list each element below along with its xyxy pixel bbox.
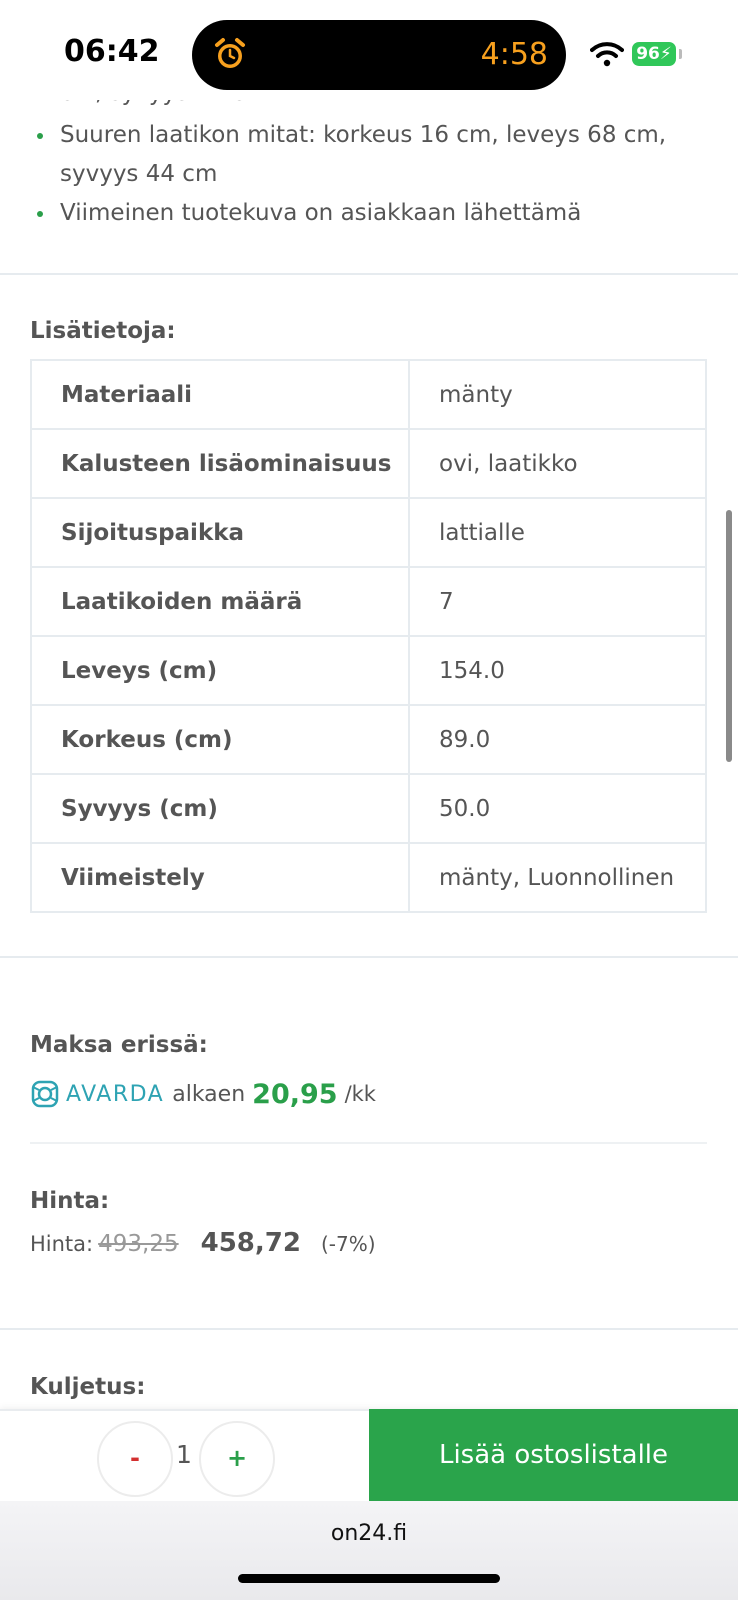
info-value: lattialle (408, 497, 707, 568)
table-row: Leveys (cm) 154.0 (30, 635, 707, 706)
url-text[interactable]: on24.fi (0, 1521, 738, 1546)
info-value: 7 (408, 566, 707, 637)
battery-tip (679, 49, 682, 59)
info-key: Materiaali (30, 359, 410, 430)
price-heading: Hinta: (30, 1188, 110, 1214)
alarm-clock-icon (215, 38, 245, 68)
list-item: Suuren laatikon mitat: korkeus 16 cm, le… (30, 116, 710, 194)
bullet-text: Viimeinen tuotekuva on asiakkaan lähettä… (60, 200, 582, 226)
add-to-list-button[interactable]: Lisää ostoslistalle (369, 1409, 738, 1503)
installments-heading: Maksa erissä: (30, 1032, 208, 1058)
info-value: mänty (408, 359, 707, 430)
info-key: Laatikoiden määrä (30, 566, 410, 637)
section-divider (0, 1328, 738, 1330)
price-label: Hinta: (30, 1232, 94, 1256)
installment-from-label: alkaen (172, 1081, 246, 1107)
bullet-text: Suuren laatikon mitat: korkeus 16 cm, le… (60, 122, 667, 187)
info-value: ovi, laatikko (408, 428, 707, 499)
quantity-decrease-button[interactable]: - (97, 1421, 173, 1497)
dynamic-island[interactable]: 4:58 (192, 20, 566, 90)
info-value: 89.0 (408, 704, 707, 775)
info-key: Kalusteen lisäominaisuus (30, 428, 410, 499)
installment-unit: /kk (344, 1082, 376, 1106)
info-key: Sijoituspaikka (30, 497, 410, 568)
shipping-heading: Kuljetus: (30, 1374, 146, 1400)
section-divider (0, 273, 738, 275)
info-value: 154.0 (408, 635, 707, 706)
add-to-cart-bar: - 1 + Lisää ostoslistalle (0, 1409, 738, 1503)
list-item: Viimeinen tuotekuva on asiakkaan lähettä… (30, 194, 710, 233)
quantity-value[interactable]: 1 (170, 1440, 198, 1469)
info-key: Syvyys (cm) (30, 773, 410, 844)
status-time: 06:42 (64, 34, 160, 69)
table-row: Laatikoiden määrä 7 (30, 566, 707, 637)
section-divider (30, 1142, 707, 1144)
bullet-dot (37, 211, 43, 217)
description-bullets: cm, syvyys 44 cm Suuren laatikon mitat: … (30, 86, 710, 233)
old-price: 493,25 (98, 1231, 179, 1257)
home-indicator[interactable] (238, 1574, 500, 1583)
info-key: Korkeus (cm) (30, 704, 410, 775)
avarda-offer[interactable]: AVARDA alkaen 20,95 /kk (30, 1074, 376, 1114)
wifi-icon (590, 42, 624, 67)
quantity-increase-button[interactable]: + (199, 1421, 275, 1497)
table-row: Sijoituspaikka lattialle (30, 497, 707, 568)
current-price: 458,72 (200, 1228, 301, 1258)
browser-address-bar[interactable]: on24.fi (0, 1501, 738, 1600)
info-value: 50.0 (408, 773, 707, 844)
table-row: Syvyys (cm) 50.0 (30, 773, 707, 844)
info-table: Materiaali mänty Kalusteen lisäominaisuus… (30, 359, 707, 913)
info-key: Viimeistely (30, 842, 410, 913)
info-value: mänty, Luonnollinen (408, 842, 707, 913)
table-row: Viimeistely mänty, Luonnollinen (30, 842, 707, 913)
table-row: Korkeus (cm) 89.0 (30, 704, 707, 775)
table-row: Kalusteen lisäominaisuus ovi, laatikko (30, 428, 707, 499)
discount-badge: (-7%) (320, 1232, 376, 1256)
table-row: Materiaali mänty (30, 359, 707, 430)
price-row: Hinta: 493,25 458,72 (-7%) (30, 1228, 376, 1268)
scrollbar[interactable] (726, 510, 732, 762)
status-bar: 06:42 4:58 96⚡ (0, 0, 738, 100)
bullet-dot (37, 133, 43, 139)
info-key: Leveys (cm) (30, 635, 410, 706)
timer-text: 4:58 (480, 37, 548, 72)
battery-level: 96 (636, 44, 660, 64)
avarda-logo-icon (31, 1080, 59, 1108)
battery-icon: 96⚡ (632, 42, 676, 66)
installment-amount: 20,95 (252, 1078, 338, 1110)
avarda-brand: AVARDA (66, 1081, 165, 1107)
info-heading: Lisätietoja: (30, 318, 176, 344)
section-divider (0, 956, 738, 958)
